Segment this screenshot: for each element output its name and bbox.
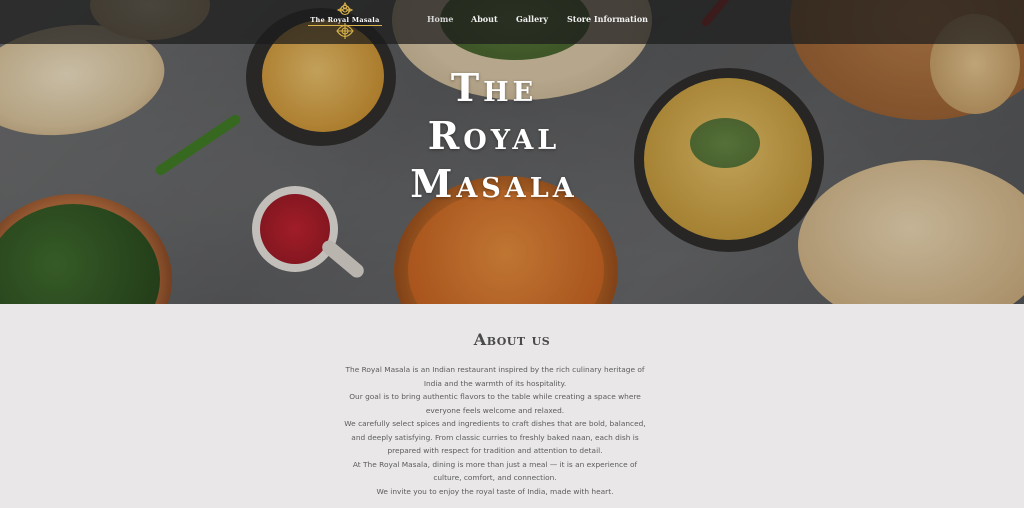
- about-text-line: India and the warmth of its hospitality.: [423, 378, 567, 388]
- logo-text: The Royal Masala: [308, 16, 382, 26]
- hero-title-line: Royal: [427, 113, 561, 158]
- nav-store-information-link[interactable]: Store Information: [567, 14, 648, 24]
- about-text-line: We invite you to enjoy the royal taste o…: [376, 486, 614, 496]
- brand-logo[interactable]: The Royal Masala: [308, 2, 382, 40]
- about-section: About us The Royal Masala is an Indian r…: [0, 304, 1024, 508]
- hero-title-line: Masala: [410, 161, 578, 206]
- nav-about-link[interactable]: About: [471, 14, 498, 24]
- about-text-line: Our goal is to bring authentic flavors t…: [349, 392, 641, 401]
- hero-banner: The Royal Masala: [0, 0, 1024, 304]
- about-text-line: everyone feels welcome and relaxed.: [425, 405, 565, 415]
- about-text: The Royal Masala is an Indian restaurant…: [332, 363, 658, 498]
- about-text-line: We carefully select spices and ingredien…: [344, 419, 646, 428]
- top-navigation-bar: The Royal Masala Home About Gallery Stor…: [0, 0, 1024, 44]
- about-text-line: The Royal Masala is an Indian restaurant…: [345, 365, 645, 374]
- about-text-line: culture, comfort, and connection.: [433, 473, 557, 482]
- about-heading: About us: [473, 330, 551, 349]
- hero-title: The Royal Masala: [362, 64, 626, 208]
- nav-home-link[interactable]: Home: [427, 14, 453, 24]
- hero-title-line: The: [450, 65, 538, 110]
- about-text-line: and deeply satisfying. From classic curr…: [351, 432, 639, 442]
- about-text-line: prepared with respect for tradition and …: [387, 446, 603, 455]
- nav-gallery-link[interactable]: Gallery: [516, 14, 548, 24]
- about-text-line: At The Royal Masala, dining is more than…: [352, 459, 638, 469]
